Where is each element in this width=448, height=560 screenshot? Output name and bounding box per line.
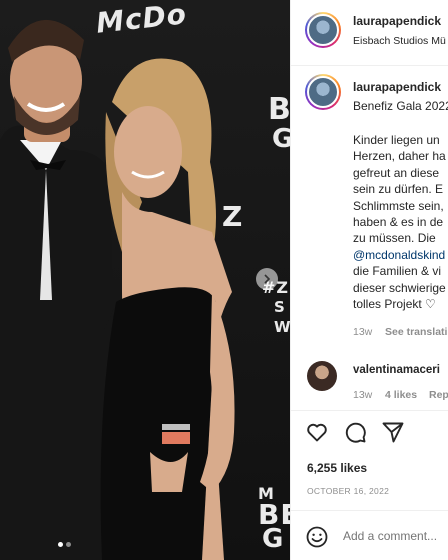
caption-timestamp: 13w — [353, 326, 373, 338]
comment-likes[interactable]: 4 likes — [385, 389, 417, 401]
woman-figure — [100, 58, 235, 560]
caption-line: zu müssen. Die — [353, 231, 436, 246]
caption-line: tolles Projekt ♡ — [353, 297, 436, 312]
commenter-avatar[interactable] — [307, 361, 337, 391]
caption-line: dieser schwierige — [353, 280, 446, 295]
divider — [291, 410, 448, 411]
emoji-icon[interactable] — [305, 525, 329, 549]
comment-icon[interactable] — [343, 420, 367, 444]
divider — [291, 65, 448, 66]
comment-username[interactable]: valentinamaceri — [353, 364, 440, 376]
caption-line: die Familien & vi — [353, 264, 442, 279]
backdrop-text: W — [274, 318, 290, 336]
caption-line: haben & es in de — [353, 215, 444, 230]
post-photo[interactable]: McDo BE G D S Z #Z S W M BE G — [0, 0, 290, 560]
caption-title: Benefiz Gala 2022 — [353, 99, 448, 113]
caption-line: gefreut an diese — [353, 165, 440, 180]
comment-reply-button[interactable]: Repl — [429, 389, 448, 401]
caption-line: Schlimmste sein, — [353, 198, 444, 213]
caption-author-avatar[interactable] — [305, 74, 341, 110]
header-username[interactable]: laurapapendick — [353, 14, 441, 28]
caption-username[interactable]: laurapapendick — [353, 80, 441, 94]
caption-mention-link[interactable]: @mcdonaldskind — [353, 247, 448, 263]
caption-line: sein zu dürfen. E — [353, 182, 444, 197]
caption-text: Kinder liegen un Herzen, daher ha gefreu… — [353, 132, 448, 312]
backdrop-text: BE — [268, 92, 290, 127]
carousel-dot — [66, 542, 71, 547]
carousel-next-button[interactable] — [256, 268, 278, 290]
likes-count[interactable]: 6,255 likes — [307, 461, 367, 475]
backdrop-text: G — [272, 124, 290, 154]
see-translation-link[interactable]: See translati — [385, 326, 447, 338]
post-location[interactable]: Eisbach Studios Mü — [353, 35, 446, 47]
comment-timestamp: 13w — [353, 389, 373, 401]
caption-line: Kinder liegen un — [353, 133, 440, 147]
post-date: OCTOBER 16, 2022 — [307, 486, 390, 496]
heart-icon[interactable] — [305, 420, 329, 444]
carousel-dots — [58, 542, 71, 547]
chevron-right-icon — [264, 274, 271, 284]
author-avatar[interactable] — [305, 12, 341, 48]
add-comment-input[interactable] — [343, 529, 448, 543]
backdrop-text: G — [262, 524, 285, 554]
caption-line: Herzen, daher ha — [353, 149, 446, 164]
post-details-panel: laurapapendick Eisbach Studios Mü laurap… — [290, 0, 448, 560]
backdrop-text: S — [274, 298, 286, 316]
send-icon[interactable] — [381, 420, 405, 444]
carousel-dot — [58, 542, 63, 547]
divider — [291, 510, 448, 511]
